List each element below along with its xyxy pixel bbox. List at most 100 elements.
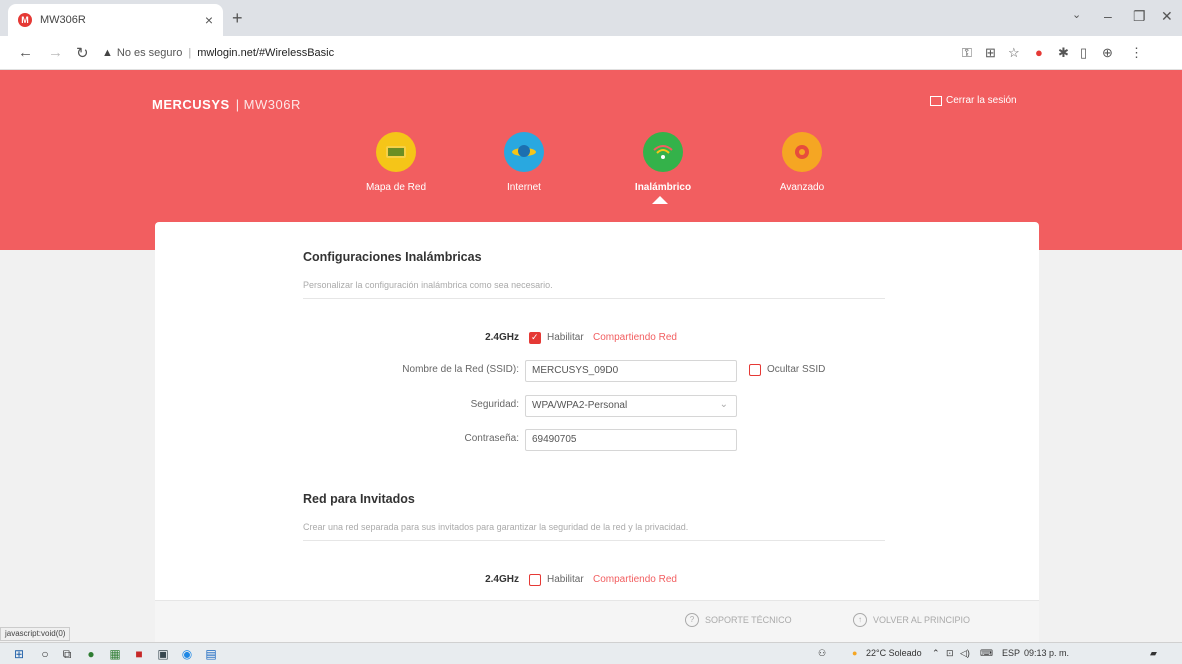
nav-label: Avanzado	[779, 182, 825, 193]
enable-label: Habilitar	[547, 332, 584, 343]
enable-guest-checkbox[interactable]	[529, 574, 541, 586]
band-label: 2.4GHz	[485, 332, 519, 343]
keyboard-icon[interactable]: ⌨	[980, 648, 993, 659]
password-label: Contraseña:	[464, 433, 519, 444]
ssid-label: Nombre de la Red (SSID):	[402, 364, 519, 375]
enable-wireless-checkbox[interactable]	[529, 332, 541, 344]
restore-button[interactable]: ❐	[1133, 8, 1146, 25]
address-bar[interactable]: ▲ No es seguro | mwlogin.net/#WirelessBa…	[102, 41, 932, 65]
browser-toolbar: ← → ↻ ▲ No es seguro | mwlogin.net/#Wire…	[0, 36, 1182, 70]
weather-sun-icon: ●	[852, 648, 858, 658]
brand-logo: MERCUSYS | MW306R	[152, 97, 301, 112]
warning-triangle-icon: ▲	[102, 47, 113, 59]
page-footer: ? SOPORTE TÉCNICO ↑ VOLVER AL PRINCIPIO	[155, 600, 1039, 642]
notifications-icon[interactable]: ▰	[1150, 648, 1157, 659]
extensions-puzzle-icon[interactable]: ✱	[1058, 45, 1069, 61]
close-window-button[interactable]: ✕	[1161, 8, 1173, 25]
network-icon[interactable]: ⊡	[946, 648, 954, 659]
guest-enable-label: Habilitar	[547, 574, 584, 585]
language-indicator[interactable]: ESP	[1002, 648, 1020, 658]
nav-network-map[interactable]: Mapa de Red	[346, 132, 446, 193]
tab-title: MW306R	[40, 14, 86, 26]
tray-chevron-up-icon[interactable]: ⌃	[932, 648, 940, 659]
brand-name: MERCUSYS	[152, 97, 230, 112]
security-status: No es seguro	[116, 47, 183, 59]
support-headset-icon: ?	[685, 613, 699, 627]
ssid-row: Nombre de la Red (SSID): MERCUSYS_09D0 O…	[155, 360, 1039, 382]
word-taskbar-icon[interactable]: ▤	[204, 647, 218, 661]
windows-start-icon[interactable]: ⊞	[12, 647, 26, 661]
support-link[interactable]: ? SOPORTE TÉCNICO	[685, 613, 792, 627]
wireless-settings-title: Configuraciones Inalámbricas	[303, 250, 482, 264]
menu-kebab-icon[interactable]: ⋮	[1130, 45, 1143, 61]
hide-ssid-checkbox[interactable]	[749, 364, 761, 376]
excel-taskbar-icon[interactable]: ▦	[108, 647, 122, 661]
back-arrow-icon[interactable]: ←	[18, 44, 33, 61]
reload-icon[interactable]: ↻	[76, 44, 89, 62]
nav-advanced[interactable]: Avanzado	[752, 132, 852, 193]
nav-internet[interactable]: Internet	[474, 132, 574, 193]
key-icon[interactable]: ⚿	[962, 45, 972, 61]
clock-time[interactable]: 09:13 p. m.	[1024, 648, 1069, 658]
weather-text[interactable]: 22°C Soleado	[866, 648, 922, 658]
address-separator: |	[188, 47, 192, 59]
browser-tab-strip: M MW306R × + ⌄ – ❐ ✕	[0, 0, 1182, 36]
volume-icon[interactable]: ◁)	[960, 648, 970, 659]
model-name: | MW306R	[235, 97, 301, 112]
security-value: WPA/WPA2-Personal	[532, 400, 628, 411]
content-card: Configuraciones Inalámbricas Personaliza…	[155, 222, 1039, 604]
nav-wireless[interactable]: Inalámbrico	[613, 132, 713, 193]
logout-button[interactable]: Cerrar la sesión	[930, 95, 1017, 106]
gear-icon	[782, 132, 822, 172]
sidepanel-icon[interactable]: ▯	[1080, 45, 1087, 61]
guest-band-row: 2.4GHz Habilitar Compartiendo Red	[155, 570, 1039, 592]
forward-arrow-icon[interactable]: →	[48, 44, 63, 61]
windows-taskbar: ⊞ ○ ⧉ ● ▦ ■ ▣ ◉ ▤ ⚇ ● 22°C Soleado ⌃ ⊡ ◁…	[0, 642, 1182, 664]
adblock-extension-icon[interactable]: ●	[1035, 45, 1043, 60]
active-nav-pointer	[652, 196, 668, 204]
bookmark-star-icon[interactable]: ☆	[1008, 45, 1020, 61]
install-app-icon[interactable]: ⊞	[985, 45, 996, 61]
edge-taskbar-icon[interactable]: ◉	[180, 647, 194, 661]
share-network-link[interactable]: Compartiendo Red	[593, 332, 677, 343]
person-icon[interactable]: ⚇	[818, 648, 826, 659]
chrome-taskbar-icon[interactable]: ●	[84, 647, 98, 661]
password-row: Contraseña: 69490705	[155, 429, 1039, 451]
browser-tab[interactable]: M MW306R ×	[8, 4, 223, 36]
chevron-down-icon: ⌄	[719, 399, 728, 410]
minimize-button[interactable]: –	[1104, 8, 1112, 24]
guest-network-desc: Crear una red separada para sus invitado…	[303, 522, 885, 541]
task-view-icon[interactable]: ⧉	[60, 647, 74, 661]
back-to-top-label: VOLVER AL PRINCIPIO	[873, 615, 971, 625]
wifi-icon	[643, 132, 683, 172]
arrow-up-icon: ↑	[853, 613, 867, 627]
planet-icon	[504, 132, 544, 172]
security-label: Seguridad:	[470, 399, 519, 410]
nav-label: Inalámbrico	[634, 182, 692, 193]
security-select[interactable]: WPA/WPA2-Personal ⌄	[525, 395, 737, 417]
ssid-input[interactable]: MERCUSYS_09D0	[525, 360, 737, 382]
tab-close-icon[interactable]: ×	[205, 12, 213, 28]
new-tab-button[interactable]: +	[232, 8, 243, 29]
guest-network-title: Red para Invitados	[303, 492, 415, 506]
url-text: mwlogin.net/#WirelessBasic	[197, 47, 335, 59]
tab-search-icon[interactable]: ⌄	[1072, 8, 1081, 21]
nav-label: Internet	[507, 182, 541, 193]
network-map-icon	[376, 132, 416, 172]
app-taskbar-icon[interactable]: ■	[132, 647, 146, 661]
search-icon[interactable]: ○	[38, 647, 52, 661]
files-taskbar-icon[interactable]: ▣	[156, 647, 170, 661]
profile-icon[interactable]: ⊕	[1102, 45, 1113, 61]
logout-label: Cerrar la sesión	[946, 95, 1017, 106]
hide-ssid-label: Ocultar SSID	[767, 364, 826, 375]
guest-band-label: 2.4GHz	[485, 574, 519, 585]
nav-label: Mapa de Red	[365, 182, 427, 193]
guest-share-network-link[interactable]: Compartiendo Red	[593, 574, 677, 585]
wireless-settings-desc: Personalizar la configuración inalámbric…	[303, 280, 885, 299]
security-row: Seguridad: WPA/WPA2-Personal ⌄	[155, 395, 1039, 417]
mercusys-favicon-icon: M	[18, 13, 32, 27]
browser-status-bar: javascript:void(0)	[0, 627, 71, 641]
password-input[interactable]: 69490705	[525, 429, 737, 451]
back-to-top-link[interactable]: ↑ VOLVER AL PRINCIPIO	[853, 613, 970, 627]
support-label: SOPORTE TÉCNICO	[705, 615, 792, 625]
